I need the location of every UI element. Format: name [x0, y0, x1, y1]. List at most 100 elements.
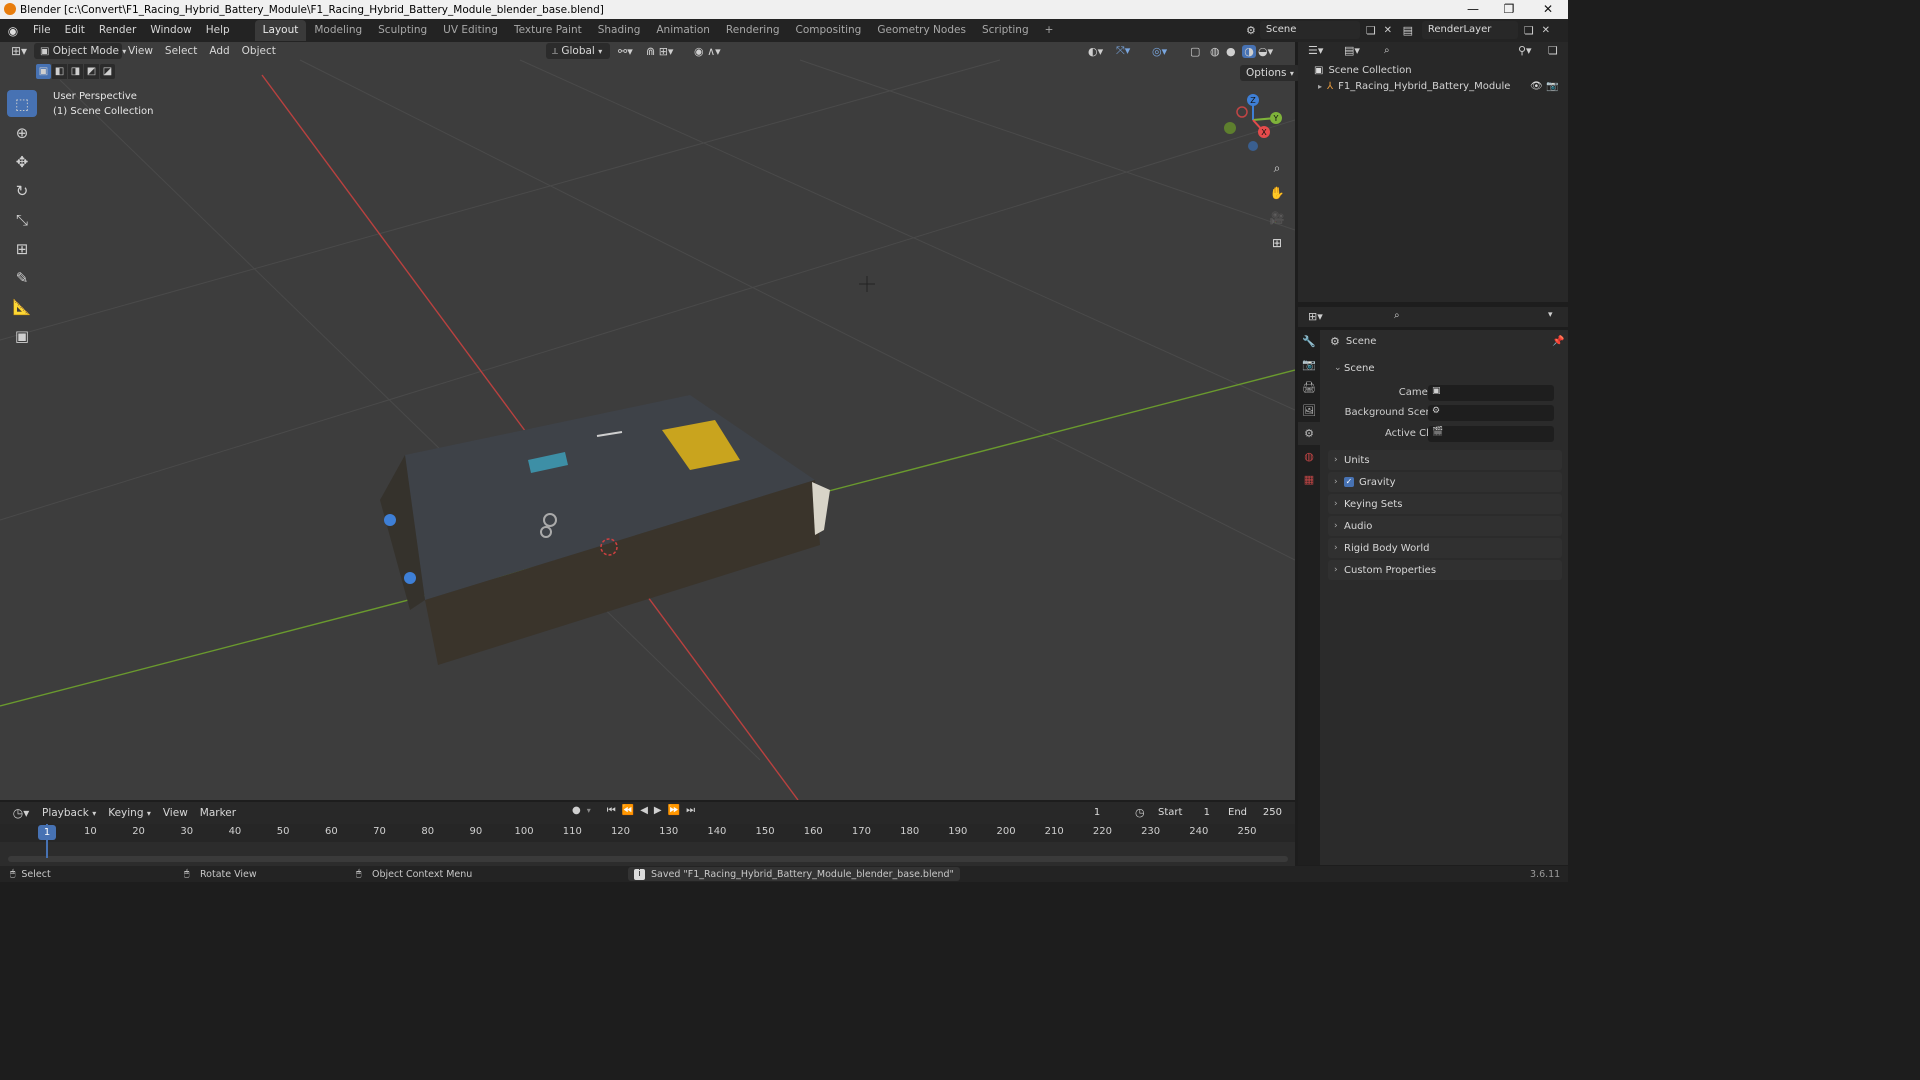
scene-selector[interactable]: Scene	[1259, 21, 1360, 39]
outliner-item-row[interactable]: ▸ ⅄ F1_Racing_Hybrid_Battery_Module 👁 📷	[1318, 81, 1564, 92]
options-button[interactable]: Options ▾	[1240, 65, 1300, 81]
add-cube-tool-icon[interactable]: ▣	[7, 322, 37, 349]
menu-file[interactable]: File	[26, 19, 58, 42]
menu-timeline-view[interactable]: View	[157, 805, 194, 821]
cursor-tool-icon[interactable]: ⊕	[7, 119, 37, 146]
menu-view[interactable]: View	[122, 43, 159, 59]
new-renderlayer-icon[interactable]: ❏	[1522, 24, 1536, 37]
menu-select[interactable]: Select	[159, 43, 203, 59]
pin-icon[interactable]: 📌	[1552, 336, 1564, 347]
minimize-button[interactable]: —	[1454, 0, 1492, 19]
pivot-point-icon[interactable]: ⚯▾	[618, 45, 633, 58]
output-tab-icon[interactable]: 🖨	[1298, 376, 1320, 399]
eye-icon[interactable]: 👁	[1530, 81, 1543, 92]
menu-marker[interactable]: Marker	[194, 805, 242, 821]
tab-texture-paint[interactable]: Texture Paint	[506, 20, 590, 41]
scene-tab-icon[interactable]: ⚙	[1298, 422, 1320, 445]
panel-gravity[interactable]: › ✓ Gravity	[1328, 472, 1562, 492]
timeline-scrollbar[interactable]	[8, 856, 1288, 862]
zoom-icon[interactable]: ⌕	[1266, 157, 1288, 179]
restore-button[interactable]: ❐	[1490, 0, 1528, 19]
display-mode-icon[interactable]: ▤▾	[1344, 44, 1360, 57]
tab-shading[interactable]: Shading	[590, 20, 649, 41]
menu-add[interactable]: Add	[203, 43, 235, 59]
new-scene-icon[interactable]: ❏	[1364, 24, 1378, 37]
mode-selector[interactable]: ▣ Object Mode ▾	[34, 43, 126, 59]
annotate-tool-icon[interactable]: ✎	[7, 264, 37, 291]
playhead-frame-badge[interactable]: 1	[38, 825, 56, 840]
camera-view-icon[interactable]: 🎥	[1266, 207, 1288, 229]
navigation-gizmo[interactable]: Z Y X	[1218, 92, 1288, 152]
outliner-editor-type-icon[interactable]: ☰▾	[1308, 44, 1323, 57]
move-tool-icon[interactable]: ✥	[7, 148, 37, 175]
end-frame-field[interactable]: End 250	[1222, 804, 1288, 822]
transform-orientation-selector[interactable]: ⟂ Global ▾	[546, 43, 610, 59]
xray-icon[interactable]: ▢	[1190, 45, 1200, 58]
properties-search-input[interactable]: ⌕	[1388, 308, 1476, 324]
next-keyframe-icon[interactable]: ⏩	[668, 805, 680, 816]
start-frame-field[interactable]: Start 1	[1152, 804, 1216, 822]
chevron-down-icon[interactable]: ▾	[1548, 310, 1553, 320]
tab-animation[interactable]: Animation	[648, 20, 718, 41]
close-button[interactable]: ✕	[1529, 0, 1567, 19]
panel-custom-properties[interactable]: › Custom Properties	[1328, 560, 1562, 580]
menu-object[interactable]: Object	[236, 43, 282, 59]
filter-icon[interactable]: ⚲▾	[1518, 44, 1532, 57]
timeline-editor-type-icon[interactable]: ◷▾	[6, 806, 36, 820]
wireframe-shading-icon[interactable]: ◍	[1210, 45, 1220, 58]
chevron-down-icon[interactable]: ▾	[587, 806, 591, 815]
menu-window[interactable]: Window	[143, 19, 198, 42]
tab-compositing[interactable]: Compositing	[788, 20, 870, 41]
proportional-editing-icon[interactable]: ◉ ∧▾	[694, 45, 721, 58]
rendered-shading-icon[interactable]: ◒▾	[1258, 45, 1273, 58]
tab-rendering[interactable]: Rendering	[718, 20, 788, 41]
new-collection-icon[interactable]: ❏	[1548, 44, 1558, 57]
jump-start-icon[interactable]: ⏮	[607, 805, 616, 816]
rotate-tool-icon[interactable]: ↻	[7, 177, 37, 204]
select-intersect-icon[interactable]: ◪	[100, 64, 115, 79]
render-tab-icon[interactable]: 📷	[1298, 353, 1320, 376]
menu-playback[interactable]: Playback ▾	[36, 805, 102, 821]
camera-render-icon[interactable]: 📷	[1546, 81, 1558, 92]
tab-uv-editing[interactable]: UV Editing	[435, 20, 506, 41]
delete-scene-icon[interactable]: ✕	[1382, 25, 1394, 36]
panel-scene-header[interactable]: ⌄ Scene	[1328, 358, 1562, 378]
tool-tab-icon[interactable]: 🔧	[1298, 330, 1320, 353]
select-box-tool-icon[interactable]: ⬚	[7, 90, 37, 117]
panel-rigid-body-world[interactable]: › Rigid Body World	[1328, 538, 1562, 558]
3d-viewport[interactable]	[0, 42, 1295, 800]
transform-tool-icon[interactable]: ⊞	[7, 235, 37, 262]
pan-hand-icon[interactable]: ✋	[1266, 182, 1288, 204]
current-frame-field[interactable]: 1	[1068, 804, 1126, 822]
scale-tool-icon[interactable]: ⤡	[7, 206, 37, 233]
world-tab-icon[interactable]: ◍	[1298, 445, 1320, 468]
tab-layout[interactable]: Layout	[254, 20, 307, 41]
select-invert-icon[interactable]: ◩	[84, 64, 99, 79]
outliner-root-row[interactable]: ▣ Scene Collection	[1314, 65, 1412, 76]
active-clip-field[interactable]: 🎬	[1428, 426, 1554, 442]
play-reverse-icon[interactable]: ◀	[640, 805, 648, 816]
frame-ruler[interactable]: 1102030405060708090100110120130140150160…	[0, 824, 1295, 842]
jump-end-icon[interactable]: ⏭	[686, 805, 695, 816]
play-icon[interactable]: ▶	[654, 805, 662, 816]
tab-geometry-nodes[interactable]: Geometry Nodes	[869, 20, 974, 41]
outliner-search-input[interactable]: ⌕	[1378, 43, 1466, 59]
material-shading-icon[interactable]: ◑	[1242, 44, 1256, 58]
delete-renderlayer-icon[interactable]: ✕	[1540, 25, 1552, 36]
menu-edit[interactable]: Edit	[58, 19, 92, 42]
overlay-toggle-icon[interactable]: ◎▾	[1152, 45, 1167, 58]
panel-audio[interactable]: › Audio	[1328, 516, 1562, 536]
select-extend-icon[interactable]: ◧	[52, 64, 67, 79]
menu-keying[interactable]: Keying ▾	[102, 805, 157, 821]
add-workspace-button[interactable]: +	[1037, 20, 1062, 41]
renderlayer-selector[interactable]: RenderLayer	[1421, 21, 1518, 39]
menu-help[interactable]: Help	[199, 19, 237, 42]
blender-menu-icon[interactable]: ◉	[0, 24, 26, 38]
battery-module-object[interactable]	[380, 395, 830, 665]
editor-type-icon[interactable]: ⊞▾	[4, 44, 34, 58]
camera-field[interactable]: ▣	[1428, 385, 1554, 401]
select-subtract-icon[interactable]: ◨	[68, 64, 83, 79]
texture-tab-icon[interactable]: ▦	[1298, 468, 1320, 491]
properties-editor-type-icon[interactable]: ⊞▾	[1308, 310, 1323, 323]
tab-scripting[interactable]: Scripting	[974, 20, 1037, 41]
